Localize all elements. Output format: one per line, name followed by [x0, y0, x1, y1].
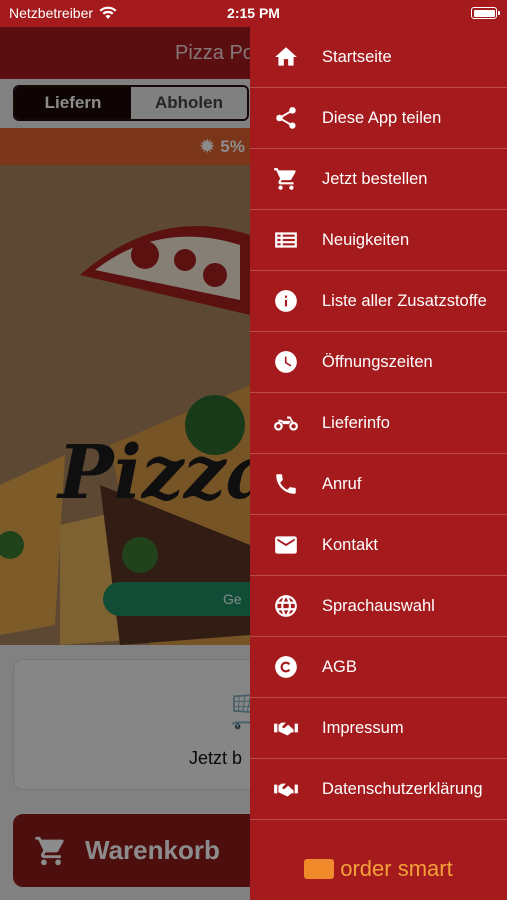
order-smart-logo-icon: [304, 859, 335, 879]
menu-item-label: AGB: [322, 657, 357, 676]
phone-icon: [250, 471, 322, 497]
navigation-drawer: Startseite Diese App teilen Jetzt bestel…: [250, 27, 507, 900]
brand-name: order smart: [340, 856, 453, 881]
mail-icon: [250, 532, 322, 558]
menu-item-label: Impressum: [322, 718, 404, 737]
status-bar: Netzbetreiber 2:15 PM: [0, 0, 507, 27]
cart-icon: [250, 166, 322, 192]
menu-item-label: Jetzt bestellen: [322, 169, 428, 188]
menu-item-call[interactable]: Anruf: [250, 454, 507, 515]
globe-icon: [250, 593, 322, 619]
menu-item-label: Datenschutzerklärung: [322, 779, 483, 798]
clock: 2:15 PM: [227, 5, 280, 21]
menu-item-privacy[interactable]: Datenschutzerklärung: [250, 759, 507, 820]
menu-item-opening-hours[interactable]: Öffnungszeiten: [250, 332, 507, 393]
menu-item-additives[interactable]: Liste aller Zusatzstoffe: [250, 271, 507, 332]
motorbike-icon: [250, 410, 322, 436]
clock-icon: [250, 349, 322, 375]
handshake-icon: [250, 776, 322, 802]
menu-item-label: Neuigkeiten: [322, 230, 410, 249]
home-icon: [250, 44, 322, 70]
menu-item-startseite[interactable]: Startseite: [250, 27, 507, 88]
menu-item-label: Anruf: [322, 474, 362, 493]
menu-item-label: Startseite: [322, 47, 392, 66]
menu-item-label: Öffnungszeiten: [322, 352, 433, 371]
info-icon: [250, 288, 322, 314]
menu-item-label: Lieferinfo: [322, 413, 390, 432]
news-icon: [250, 227, 322, 253]
menu-item-terms[interactable]: AGB: [250, 637, 507, 698]
handshake-icon: [250, 715, 322, 741]
menu-item-label: Sprachauswahl: [322, 596, 435, 615]
menu-item-share[interactable]: Diese App teilen: [250, 88, 507, 149]
menu-item-order-now[interactable]: Jetzt bestellen: [250, 149, 507, 210]
menu-item-contact[interactable]: Kontakt: [250, 515, 507, 576]
copyright-icon: [250, 654, 322, 680]
battery-icon: [471, 7, 500, 19]
brand-logo: order smart: [250, 856, 507, 882]
menu-item-news[interactable]: Neuigkeiten: [250, 210, 507, 271]
share-icon: [250, 105, 322, 131]
menu-item-language[interactable]: Sprachauswahl: [250, 576, 507, 637]
menu-item-delivery-info[interactable]: Lieferinfo: [250, 393, 507, 454]
menu-item-label: Diese App teilen: [322, 108, 442, 127]
menu-item-imprint[interactable]: Impressum: [250, 698, 507, 759]
menu-item-label: Liste aller Zusatzstoffe: [322, 291, 487, 310]
menu-item-label: Kontakt: [322, 535, 378, 554]
